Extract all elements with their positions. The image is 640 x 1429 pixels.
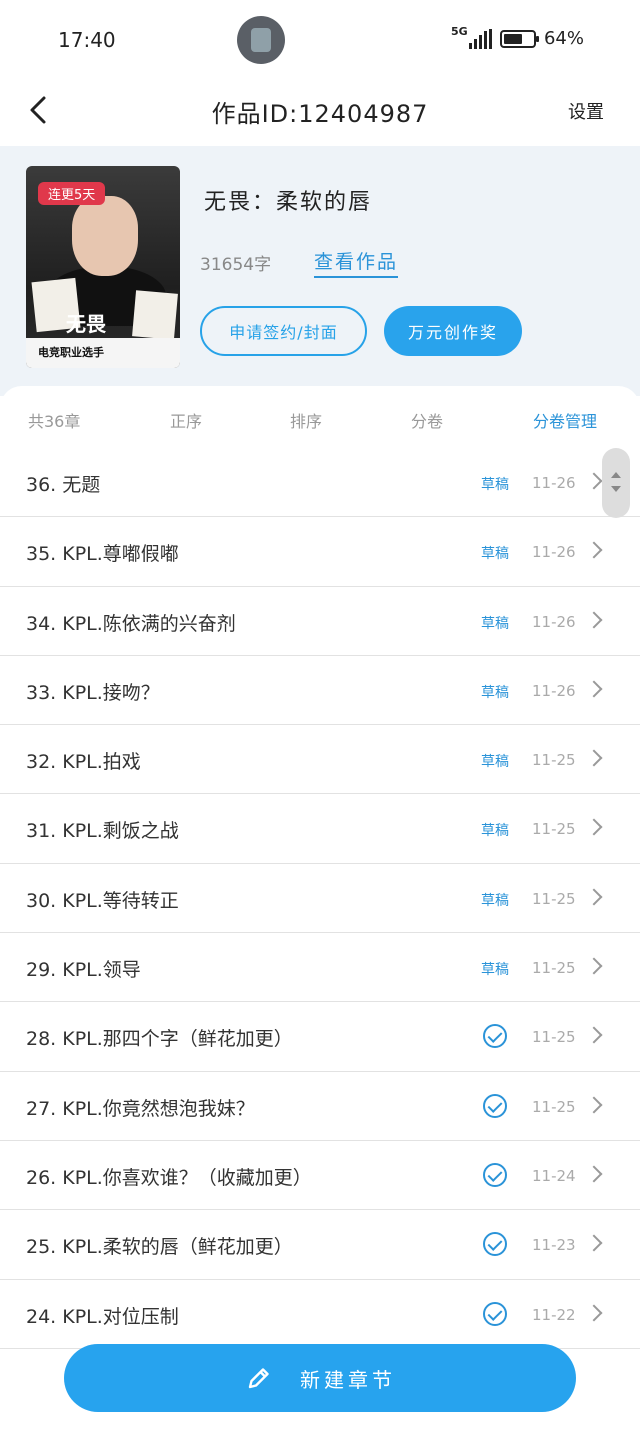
- chapter-row[interactable]: 28. KPL.那四个字（鲜花加更） 11-25: [0, 1002, 640, 1072]
- word-count: 31654字: [200, 255, 272, 275]
- published-check-icon: [483, 1093, 507, 1118]
- chevron-right-icon: [585, 472, 603, 490]
- chevron-right-icon: [585, 749, 603, 767]
- network-type: 5G: [450, 24, 468, 38]
- app-notification-icon: [237, 16, 285, 64]
- chapter-date: 11-25: [532, 820, 576, 839]
- cover-band-text: 电竞职业选手: [38, 346, 104, 359]
- creation-award-button[interactable]: 万元创作奖: [384, 306, 522, 356]
- draft-badge: 草稿: [481, 615, 509, 632]
- published-check-icon: [483, 1301, 507, 1326]
- apply-sign-button[interactable]: 申请签约/封面: [200, 306, 367, 356]
- chevron-right-icon: [585, 818, 603, 836]
- status-bar: 17:40 5G 64%: [0, 0, 640, 80]
- chevron-right-icon: [585, 888, 603, 906]
- draft-badge: 草稿: [481, 477, 509, 493]
- chapter-count: 共36章: [28, 412, 81, 431]
- chapter-row[interactable]: 29. KPL.领导 草稿 11-25: [0, 933, 640, 1003]
- chapter-row[interactable]: 31. KPL.剩饭之战 草稿 11-25: [0, 794, 640, 864]
- draft-badge: 草稿: [481, 962, 509, 979]
- chevron-right-icon: [585, 1234, 603, 1252]
- chapter-title: 35. KPL.尊嘟假嘟: [26, 543, 179, 566]
- chapter-date: 11-26: [532, 543, 576, 562]
- chapter-row[interactable]: 33. KPL.接吻？ 草稿 11-26: [0, 656, 640, 726]
- chapter-title: 25. KPL.柔软的唇（鲜花加更）: [26, 1236, 293, 1259]
- published-check-icon: [483, 1162, 507, 1187]
- chapter-title: 30. KPL.等待转正: [26, 889, 179, 912]
- chapter-row[interactable]: 30. KPL.等待转正 草稿 11-25: [0, 864, 640, 934]
- chapter-date: 11-26: [532, 681, 576, 700]
- published-check-icon: [483, 1232, 507, 1257]
- chevron-right-icon: [585, 680, 603, 698]
- draft-badge: 草稿: [481, 892, 509, 909]
- chapter-date: 11-25: [532, 889, 576, 908]
- cover-text: 无畏: [66, 312, 106, 336]
- draft-badge: 草稿: [481, 546, 509, 563]
- chapter-date: 11-26: [532, 474, 576, 492]
- chapter-title: 34. KPL.陈依满的兴奋剂: [26, 612, 236, 635]
- chapter-title: 31. KPL.剩饭之战: [26, 820, 179, 843]
- chapter-title: 33. KPL.接吻？: [26, 681, 160, 704]
- chapter-title: 24. KPL.对位压制: [26, 1305, 179, 1328]
- status-indicators: 5G 64%: [451, 25, 584, 50]
- new-chapter-label: 新建章节: [300, 1367, 396, 1392]
- new-chapter-button[interactable]: 新建章节: [64, 1344, 576, 1412]
- page-title: 作品ID:12404987: [211, 100, 429, 128]
- chapter-date: 11-26: [532, 612, 576, 631]
- chevron-right-icon: [585, 1165, 603, 1183]
- settings-button[interactable]: 设置: [568, 98, 604, 124]
- chapter-title: 27. KPL.你竟然想泡我妹？: [26, 1097, 255, 1120]
- chapter-row[interactable]: 26. KPL.你喜欢谁？（收藏加更） 11-24: [0, 1141, 640, 1211]
- signal-icon: 5G: [451, 25, 492, 49]
- chevron-right-icon: [585, 957, 603, 975]
- chapter-date: 11-25: [532, 1028, 576, 1047]
- cover-image[interactable]: 连更5天 无畏 电竞职业选手: [26, 166, 180, 368]
- chapter-row[interactable]: 27. KPL.你竟然想泡我妹？ 11-25: [0, 1072, 640, 1141]
- tab-sort[interactable]: 排序: [290, 408, 322, 432]
- chapter-date: 11-25: [532, 751, 576, 770]
- chapter-row[interactable]: 24. KPL.对位压制 11-22: [0, 1280, 640, 1349]
- chapter-row[interactable]: 25. KPL.柔软的唇（鲜花加更） 11-23: [0, 1210, 640, 1280]
- chevron-right-icon: [585, 1026, 603, 1044]
- chapter-date: 11-24: [532, 1166, 576, 1185]
- chapter-title: 26. KPL.你喜欢谁？（收藏加更）: [26, 1166, 312, 1189]
- battery-icon: [499, 29, 539, 48]
- draft-badge: 草稿: [481, 823, 509, 840]
- chevron-right-icon: [585, 611, 603, 629]
- chapter-row[interactable]: 34. KPL.陈依满的兴奋剂 草稿 11-26: [0, 587, 640, 656]
- scroll-handle[interactable]: [602, 448, 630, 518]
- chapter-row[interactable]: 35. KPL.尊嘟假嘟 草稿 11-26: [0, 517, 640, 587]
- status-time: 17:40: [58, 28, 116, 52]
- chapter-list-panel: 共36章 正序 排序 分卷 分卷管理 36. 无题 草稿 11-26 35. KPL.…: [0, 386, 640, 1429]
- chapter-title: 28. KPL.那四个字（鲜花加更）: [26, 1028, 293, 1051]
- chapter-date: 11-22: [532, 1305, 576, 1324]
- work-card: 连更5天 无畏 电竞职业选手 无畏：柔软的唇 31654字 查看作品 申请签约/…: [0, 146, 640, 396]
- chapter-row[interactable]: 36. 无题 草稿 11-26: [0, 448, 640, 518]
- work-title: 无畏：柔软的唇: [204, 190, 373, 215]
- chapter-title: 32. KPL.拍戏: [26, 751, 141, 774]
- tab-order[interactable]: 正序: [170, 408, 202, 432]
- chevron-right-icon: [585, 1096, 603, 1114]
- view-work-link[interactable]: 查看作品: [314, 247, 399, 278]
- chapter-row[interactable]: 32. KPL.拍戏 草稿 11-25: [0, 725, 640, 795]
- tab-volume[interactable]: 分卷: [411, 408, 443, 432]
- draft-badge: 草稿: [481, 754, 509, 771]
- chapter-list: 36. 无题 草稿 11-26 35. KPL.尊嘟假嘟 草稿 11-26 34. KPL.…: [0, 448, 640, 1349]
- chevron-right-icon: [585, 1304, 603, 1322]
- chapter-date: 11-23: [532, 1236, 576, 1255]
- battery-percent: 64%: [543, 28, 584, 49]
- nav-bar: 作品ID:12404987 设置: [0, 80, 640, 146]
- tab-volume-manage[interactable]: 分卷管理: [533, 408, 597, 432]
- chapter-title: 29. KPL.领导: [26, 959, 141, 982]
- pencil-icon: [248, 1368, 269, 1389]
- published-check-icon: [483, 1024, 507, 1049]
- draft-badge: 草稿: [481, 684, 509, 701]
- chapter-date: 11-25: [532, 959, 576, 978]
- chevron-right-icon: [585, 541, 603, 559]
- cover-badge: 连更5天: [38, 182, 106, 205]
- chapter-title: 36. 无题: [26, 474, 101, 496]
- list-toolbar: 共36章 正序 排序 分卷 分卷管理: [0, 386, 640, 448]
- chapter-date: 11-25: [532, 1097, 576, 1116]
